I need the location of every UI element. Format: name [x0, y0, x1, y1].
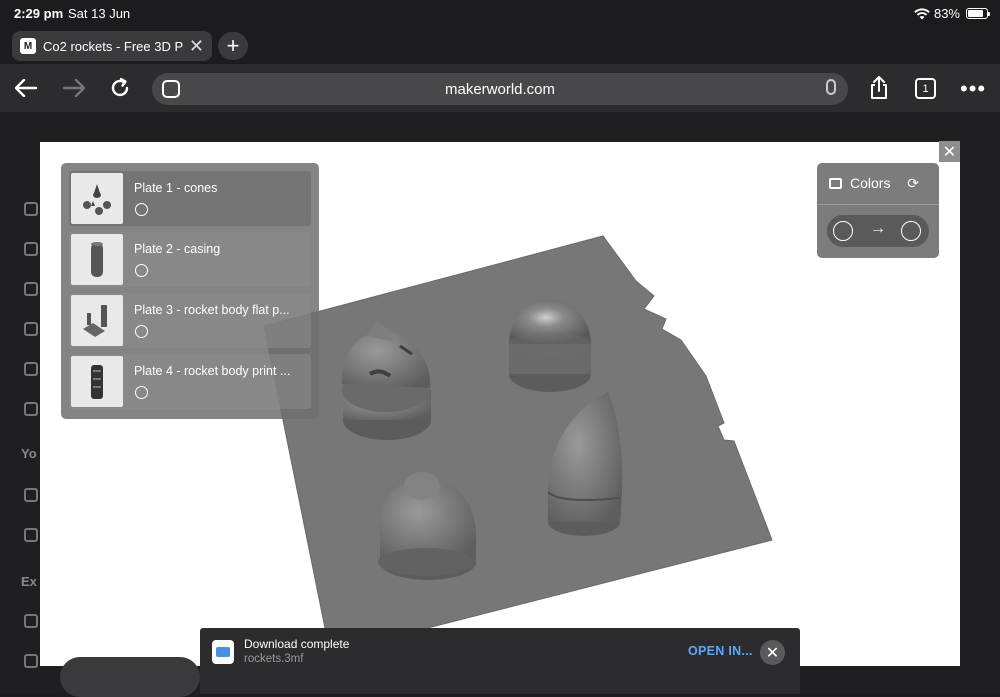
plate-label: Plate 2 - casing [134, 242, 221, 256]
open-in-button[interactable]: OPEN IN... [688, 644, 753, 658]
plate-marker [277, 427, 283, 433]
reload-icon [111, 77, 129, 97]
download-notification: Download complete rockets.3mf OPEN IN...… [200, 628, 800, 694]
plate-item-3[interactable]: Plate 3 - rocket body flat p... [69, 293, 311, 348]
close-icon[interactable]: ✕ [760, 640, 785, 665]
plate-thumbnail [71, 173, 123, 224]
reload-button[interactable] [106, 74, 134, 102]
divider [817, 204, 939, 205]
share-button[interactable] [865, 74, 893, 102]
plate-color-radio[interactable] [135, 386, 148, 399]
plate-list-panel: Plate 1 - cones Plate 2 - casing Plate 3… [61, 163, 319, 419]
document-icon[interactable] [24, 402, 38, 416]
explore-icon[interactable] [24, 242, 38, 256]
tab-overview-button[interactable]: 1 [915, 78, 936, 99]
arrow-left-icon [15, 79, 37, 97]
maker-icon[interactable] [24, 322, 38, 336]
color-swap-control: → [827, 215, 929, 247]
visual-lookup-icon[interactable] [162, 80, 180, 98]
upload-icon[interactable] [24, 528, 38, 542]
home-icon[interactable] [24, 202, 38, 216]
url-text: makerworld.com [444, 80, 556, 98]
paint-roller-icon [829, 177, 842, 189]
arrow-right-icon [63, 79, 85, 97]
files-app-icon [212, 640, 234, 664]
tab-co2-rockets[interactable]: M Co2 rockets - Free 3D P ✕ [12, 31, 212, 61]
forward-button[interactable] [60, 74, 88, 102]
status-time: 2:29 pm [14, 6, 64, 21]
floating-action-pill[interactable] [60, 657, 200, 697]
new-tab-button[interactable]: + [218, 32, 248, 60]
build-plate [263, 235, 773, 654]
refresh-icon[interactable]: ⟳ [907, 175, 919, 192]
plate-label: Plate 4 - rocket body print ... [134, 364, 291, 378]
sidebar-section-label: Yo [21, 446, 37, 461]
wifi-icon [914, 7, 930, 20]
lightbulb-icon[interactable] [24, 362, 38, 376]
share-icon [871, 76, 887, 99]
ellipsis-icon[interactable]: ••• [960, 76, 986, 102]
plate-item-1[interactable]: Plate 1 - cones [69, 171, 311, 226]
tag-icon[interactable] [24, 614, 38, 628]
address-bar[interactable]: makerworld.com [152, 73, 848, 105]
close-icon[interactable]: ✕ [189, 36, 204, 57]
tab-strip: M Co2 rockets - Free 3D P ✕ + [0, 28, 1000, 64]
battery-icon [966, 8, 990, 19]
plate-thumbnail [71, 356, 123, 407]
history-icon[interactable] [24, 488, 38, 502]
browser-toolbar: makerworld.com 1 ••• [0, 64, 1000, 112]
plate-thumbnail [71, 295, 123, 346]
model-viewer-modal: Plate 1 - cones Plate 2 - casing Plate 3… [40, 142, 960, 666]
dome-model [509, 300, 591, 392]
arrow-right-icon: → [870, 220, 886, 237]
source-color-swatch[interactable] [833, 221, 853, 241]
plate-item-4[interactable]: Plate 4 - rocket body print ... [69, 354, 311, 409]
makerworld-favicon-icon: M [20, 38, 36, 54]
user-icon[interactable] [24, 282, 38, 296]
status-right: 83% [914, 6, 990, 21]
settings-icon[interactable] [24, 654, 38, 668]
colors-title: Colors [850, 175, 891, 191]
target-color-swatch[interactable] [901, 221, 921, 241]
download-title: Download complete [244, 637, 350, 651]
plate-thumbnail [71, 234, 123, 285]
back-button[interactable] [12, 74, 40, 102]
microphone-icon[interactable] [826, 79, 836, 95]
close-viewer-button[interactable]: ✕ [939, 141, 960, 162]
plate-color-radio[interactable] [135, 325, 148, 338]
tab-title: Co2 rockets - Free 3D P [43, 38, 183, 54]
download-filename: rockets.3mf [244, 653, 304, 665]
status-date: Sat 13 Jun [68, 6, 131, 21]
plate-color-radio[interactable] [135, 203, 148, 216]
battery-percent: 83% [933, 6, 960, 21]
colors-header: Colors [829, 175, 890, 191]
plate-label: Plate 3 - rocket body flat p... [134, 303, 290, 317]
sidebar-section-label: Ex [21, 574, 37, 589]
colors-panel: Colors ⟳ → [817, 163, 939, 258]
plate-color-radio[interactable] [135, 264, 148, 277]
plate-label: Plate 1 - cones [134, 181, 218, 195]
plate-item-2[interactable]: Plate 2 - casing [69, 232, 311, 287]
status-bar: 2:29 pm Sat 13 Jun 83% [0, 0, 1000, 28]
